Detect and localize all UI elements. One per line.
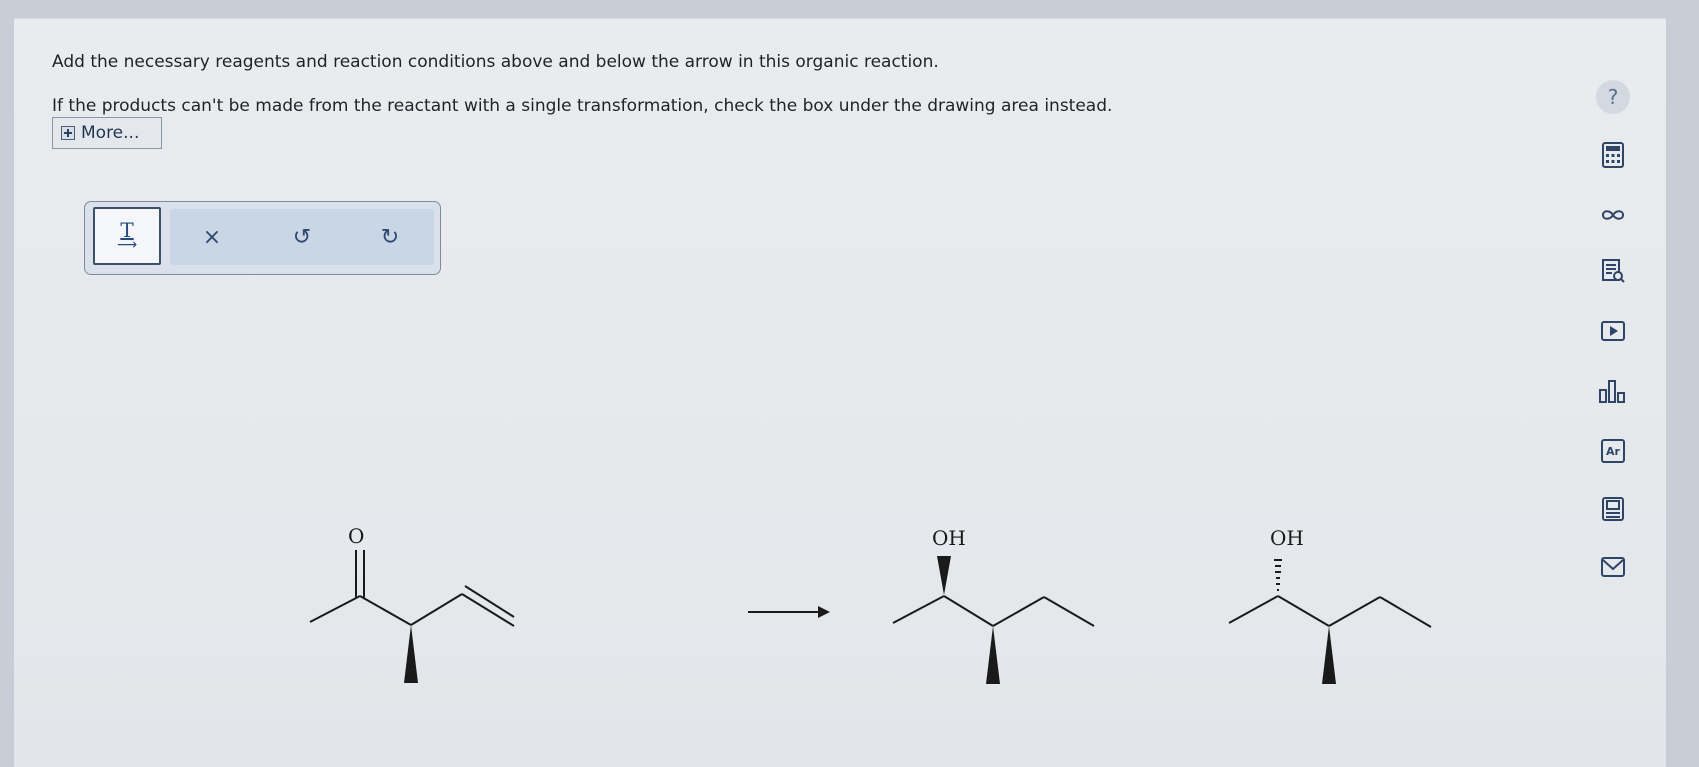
wedge-p2-methyl — [1322, 626, 1336, 684]
reaction-arrow[interactable] — [748, 606, 830, 618]
alpha-bond — [359, 595, 412, 626]
product1-hydroxyl-label: OH — [932, 526, 966, 550]
reactant-oxygen-label: O — [348, 524, 364, 548]
p2-bond-b — [1277, 595, 1330, 627]
p1-bond-a — [892, 595, 945, 624]
wedge-p1-methyl — [986, 626, 1000, 684]
product-molecule-1[interactable]: OH — [892, 526, 1095, 684]
p2-bond-a — [1228, 595, 1279, 624]
product2-hydroxyl-label: OH — [1270, 526, 1304, 550]
reactant-molecule[interactable]: O — [309, 524, 515, 683]
p1-bond-c — [992, 596, 1045, 627]
reaction-canvas[interactable]: O OH OH — [0, 0, 1699, 766]
product-molecule-2[interactable]: OH — [1228, 526, 1432, 684]
methyl-bond — [309, 595, 361, 623]
wedge-methyl-bond — [404, 625, 418, 683]
p1-bond-b — [943, 595, 994, 627]
vinyl-bond — [410, 593, 463, 626]
wedge-hydroxyl-bond — [937, 556, 951, 595]
hash-hydroxyl-bond — [1274, 559, 1282, 591]
p2-bond-c — [1328, 596, 1381, 627]
alkene-bond-1 — [461, 593, 515, 627]
p2-bond-d — [1379, 596, 1432, 628]
p1-bond-d — [1043, 596, 1095, 627]
